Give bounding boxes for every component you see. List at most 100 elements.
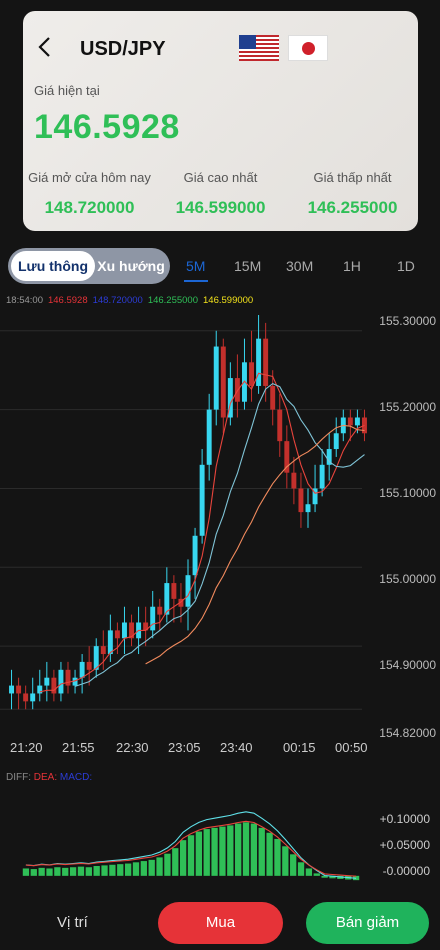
candle-body bbox=[347, 417, 353, 426]
macd-bar bbox=[101, 865, 108, 876]
macd-y-tick-label: -0.00000 bbox=[382, 864, 430, 878]
mode-option-circulation[interactable]: Lưu thông bbox=[11, 251, 95, 281]
macd-bar bbox=[124, 863, 132, 876]
stat-high-label: Giá cao nhất bbox=[183, 170, 258, 185]
mode-option-trend[interactable]: Xu hướng bbox=[95, 251, 167, 281]
back-arrow-icon[interactable] bbox=[37, 36, 53, 58]
y-tick-label: 155.30000 bbox=[379, 314, 436, 328]
macd-bar bbox=[282, 846, 289, 876]
macd-bar bbox=[274, 838, 281, 876]
macd-legend-diff: DIFF: bbox=[6, 772, 31, 783]
stat-low-value: 146.255000 bbox=[307, 198, 398, 217]
ma-line-long bbox=[145, 424, 365, 665]
macd-bar bbox=[235, 823, 242, 876]
candle-body bbox=[9, 685, 14, 694]
current-price-label: Giá hiện tại bbox=[34, 83, 100, 98]
macd-bar bbox=[140, 861, 147, 876]
candle-body bbox=[129, 622, 134, 639]
macd-bar bbox=[132, 862, 140, 876]
macd-bar bbox=[164, 853, 171, 876]
candle-body bbox=[23, 693, 29, 702]
x-tick-label: 23:40 bbox=[220, 740, 253, 755]
position-button[interactable]: Vị trí bbox=[57, 914, 88, 931]
buy-button[interactable]: Mua bbox=[158, 902, 283, 944]
macd-bar bbox=[187, 835, 195, 876]
stat-low: Giá thấp nhất 146.255000 bbox=[285, 170, 420, 218]
macd-bar bbox=[313, 873, 320, 876]
candle-body bbox=[354, 417, 360, 426]
x-tick-label: 21:55 bbox=[62, 740, 95, 755]
y-tick-label: 155.00000 bbox=[379, 572, 436, 586]
candle-body bbox=[122, 622, 127, 639]
macd-bar bbox=[242, 822, 250, 876]
macd-y-tick-label: +0.10000 bbox=[379, 812, 430, 826]
stat-open-label: Giá mở cửa hôm nay bbox=[28, 170, 151, 185]
us-flag-icon bbox=[239, 35, 279, 61]
macd-bar bbox=[77, 866, 85, 876]
stat-open: Giá mở cửa hôm nay 148.720000 bbox=[22, 170, 157, 218]
x-tick-label: 00:50 bbox=[335, 740, 368, 755]
candle-body bbox=[107, 630, 113, 655]
candle-body bbox=[206, 409, 212, 465]
x-tick-label: 21:20 bbox=[10, 740, 43, 755]
macd-bar bbox=[227, 825, 234, 876]
currency-pair-title: USD/JPY bbox=[80, 38, 166, 60]
macd-bar bbox=[305, 868, 313, 876]
macd-bar bbox=[195, 831, 203, 876]
candle-body bbox=[192, 535, 198, 576]
selected-tab-indicator bbox=[184, 280, 208, 282]
tab-timeframe-1d[interactable]: 1D bbox=[397, 258, 415, 274]
candle-body bbox=[16, 685, 22, 694]
macd-bar bbox=[38, 867, 45, 876]
macd-bar bbox=[69, 867, 77, 876]
candle-body bbox=[249, 362, 254, 386]
macd-chart bbox=[22, 811, 360, 881]
candle-body bbox=[199, 464, 205, 536]
macd-bar bbox=[85, 867, 92, 876]
tab-timeframe-1h[interactable]: 1H bbox=[343, 258, 361, 274]
macd-bar bbox=[290, 854, 297, 876]
tab-timeframe-5m[interactable]: 5M bbox=[186, 258, 205, 274]
tab-timeframe-15m[interactable]: 15M bbox=[234, 258, 261, 274]
candle-body bbox=[305, 504, 311, 513]
candle-body bbox=[30, 693, 36, 702]
macd-bar bbox=[203, 829, 210, 876]
macd-bar bbox=[22, 868, 30, 876]
candle-body bbox=[291, 472, 297, 489]
candle-body bbox=[44, 677, 50, 686]
macd-bar bbox=[179, 840, 187, 876]
candle-body bbox=[263, 338, 269, 386]
macd-bar bbox=[172, 848, 179, 876]
candle-body bbox=[277, 409, 283, 442]
macd-bar bbox=[258, 827, 265, 876]
x-tick-label: 22:30 bbox=[116, 740, 149, 755]
candle-body bbox=[270, 385, 276, 410]
candle-body bbox=[86, 661, 92, 670]
japan-flag-icon bbox=[288, 35, 328, 61]
macd-legend: DIFF: DEA: MACD: bbox=[6, 772, 92, 783]
pair-summary-card: USD/JPY Giá hiện tại 146.5928 Giá mở cửa… bbox=[23, 11, 418, 231]
candle-body bbox=[150, 606, 156, 631]
candle-body bbox=[213, 346, 219, 410]
macd-bar bbox=[93, 866, 100, 876]
macd-y-tick-label: +0.05000 bbox=[379, 838, 430, 852]
macd-bar bbox=[54, 867, 61, 876]
macd-bar bbox=[266, 832, 273, 876]
macd-bar bbox=[219, 826, 226, 876]
tab-timeframe-30m[interactable]: 30M bbox=[286, 258, 313, 274]
candle-body bbox=[333, 433, 339, 450]
sell-button[interactable]: Bán giảm bbox=[306, 902, 429, 944]
x-tick-label: 00:15 bbox=[283, 740, 316, 755]
macd-bar bbox=[109, 864, 116, 876]
y-tick-label: 154.82000 bbox=[379, 726, 436, 740]
candle-body bbox=[319, 464, 325, 489]
candle-body bbox=[114, 630, 120, 639]
candlestick-chart bbox=[0, 315, 367, 710]
candle-body bbox=[256, 338, 262, 386]
stat-low-label: Giá thấp nhất bbox=[313, 170, 392, 185]
mode-toggle: Lưu thông Xu hướng bbox=[8, 248, 170, 284]
macd-bar bbox=[211, 827, 218, 876]
macd-bar bbox=[46, 868, 53, 876]
candle-body bbox=[298, 488, 304, 513]
y-tick-label: 154.90000 bbox=[379, 658, 436, 672]
